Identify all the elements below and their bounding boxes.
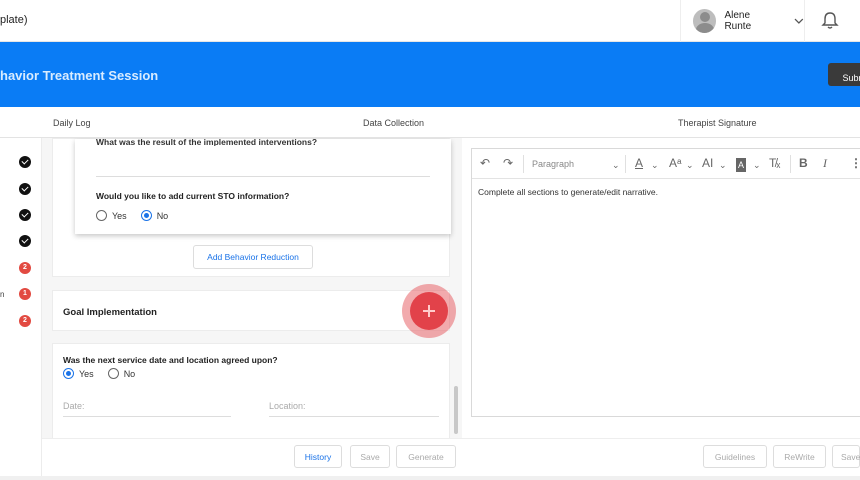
date-field-underline bbox=[63, 416, 231, 417]
font-family-icon[interactable]: AI bbox=[702, 157, 713, 169]
narrative-pane: ↶ ↷ Paragraph ⌄ A ⌄ Aᵃ ⌄ AI ⌄ A ⌄ T̸ₓ B … bbox=[462, 138, 860, 438]
narrative-text: Complete all sections to generate/edit n… bbox=[478, 187, 659, 197]
status-complete-icon[interactable] bbox=[19, 209, 31, 221]
avatar bbox=[693, 9, 717, 33]
generate-button[interactable]: Generate bbox=[396, 445, 456, 468]
sto-question-label: Would you like to add current STO inform… bbox=[96, 191, 290, 201]
save-narrative-button[interactable]: Save bbox=[832, 445, 860, 468]
save-button[interactable]: Save bbox=[350, 445, 390, 468]
add-behavior-reduction-button[interactable]: Add Behavior Reduction bbox=[193, 245, 313, 269]
section-status-sidebar: 2 1 2 bbox=[0, 138, 42, 480]
interventions-result-label: What was the result of the implemented i… bbox=[96, 138, 318, 146]
toolbar-divider bbox=[790, 155, 791, 173]
goal-implementation-title: Goal Implementation bbox=[63, 307, 157, 318]
toolbar-divider bbox=[523, 155, 524, 173]
tab-daily-log[interactable]: Daily Log bbox=[53, 118, 91, 128]
notification-bell-icon[interactable] bbox=[820, 11, 840, 31]
radio-unselected[interactable] bbox=[96, 210, 107, 221]
behavior-reduction-card: What was the result of the implemented i… bbox=[52, 138, 451, 277]
font-color-icon[interactable]: A bbox=[635, 157, 643, 169]
next-service-question-label: Was the next service date and location a… bbox=[63, 355, 278, 365]
font-size-icon[interactable]: Aᵃ bbox=[669, 157, 681, 169]
form-column: What was the result of the implemented i… bbox=[42, 138, 462, 438]
next-service-no-option[interactable]: No bbox=[107, 368, 136, 379]
radio-selected[interactable] bbox=[63, 368, 74, 379]
block-style-select[interactable]: Paragraph bbox=[532, 159, 574, 169]
sto-yes-option[interactable]: Yes bbox=[96, 210, 127, 221]
bottom-strip bbox=[0, 476, 860, 480]
status-count-badge[interactable]: 2 bbox=[19, 315, 31, 327]
date-field[interactable]: Date: bbox=[63, 401, 85, 411]
highlight-color-icon[interactable]: A bbox=[736, 158, 747, 172]
bold-icon[interactable]: B bbox=[799, 157, 808, 169]
undo-icon[interactable]: ↶ bbox=[480, 157, 490, 169]
rewrite-button[interactable]: ReWrite bbox=[773, 445, 826, 468]
radio-label: No bbox=[156, 210, 169, 221]
session-header: havior Treatment Session bbox=[0, 42, 860, 107]
history-button[interactable]: History bbox=[294, 445, 342, 468]
more-options-icon[interactable]: ⋮ bbox=[850, 157, 860, 169]
editor-toolbar: ↶ ↷ Paragraph ⌄ A ⌄ Aᵃ ⌄ AI ⌄ A ⌄ T̸ₓ B … bbox=[472, 149, 860, 179]
status-count-badge[interactable]: 1 bbox=[19, 288, 31, 300]
redo-icon[interactable]: ↷ bbox=[503, 157, 513, 169]
radio-selected[interactable] bbox=[140, 210, 152, 221]
sto-radio-group: Yes No bbox=[96, 210, 182, 221]
session-title: havior Treatment Session bbox=[0, 68, 159, 83]
sidebar-label-fragment: n bbox=[0, 290, 5, 299]
location-field-underline bbox=[269, 416, 439, 417]
location-field[interactable]: Location: bbox=[269, 401, 306, 411]
action-bar: History Save Generate Guidelines ReWrite… bbox=[42, 438, 860, 480]
section-tabs: Daily Log Data Collection Therapist Sign… bbox=[0, 107, 860, 138]
form-scrollbar[interactable] bbox=[454, 386, 458, 434]
radio-label: No bbox=[123, 368, 136, 379]
tab-therapist-signature[interactable]: Therapist Signature bbox=[678, 118, 757, 128]
radio-label: Yes bbox=[79, 368, 94, 379]
user-name: Alene Runte bbox=[724, 10, 752, 32]
status-complete-icon[interactable] bbox=[19, 235, 31, 247]
next-service-radio-group: Yes No bbox=[63, 368, 149, 379]
toolbar-divider bbox=[625, 155, 626, 173]
add-goal-button[interactable] bbox=[410, 292, 448, 330]
status-count-badge[interactable]: 2 bbox=[19, 262, 31, 274]
status-complete-icon[interactable] bbox=[19, 183, 31, 195]
chevron-down-icon[interactable]: ⌄ bbox=[686, 159, 694, 171]
page-title: plate) bbox=[0, 14, 28, 26]
tab-data-collection[interactable]: Data Collection bbox=[363, 118, 424, 128]
radio-label: Yes bbox=[112, 210, 127, 221]
next-service-card: Was the next service date and location a… bbox=[52, 343, 450, 438]
top-bar: plate) Alene Runte bbox=[0, 0, 860, 42]
sto-no-option[interactable]: No bbox=[140, 210, 169, 221]
user-menu[interactable]: Alene Runte bbox=[680, 0, 805, 42]
narrative-editor[interactable]: ↶ ↷ Paragraph ⌄ A ⌄ Aᵃ ⌄ AI ⌄ A ⌄ T̸ₓ B … bbox=[471, 148, 860, 417]
next-service-yes-option[interactable]: Yes bbox=[63, 368, 94, 379]
submit-button[interactable]: Subn bbox=[828, 63, 860, 86]
behavior-entry-card: What was the result of the implemented i… bbox=[75, 138, 451, 234]
clear-format-icon[interactable]: T̸ₓ bbox=[769, 157, 780, 169]
status-complete-icon[interactable] bbox=[19, 156, 31, 168]
chevron-down-icon[interactable]: ⌄ bbox=[719, 159, 727, 171]
guidelines-button[interactable]: Guidelines bbox=[703, 445, 767, 468]
chevron-down-icon bbox=[794, 18, 804, 24]
chevron-down-icon[interactable]: ⌄ bbox=[612, 159, 620, 171]
italic-icon[interactable]: I bbox=[823, 157, 827, 169]
chevron-down-icon[interactable]: ⌄ bbox=[651, 159, 659, 171]
divider bbox=[96, 176, 430, 177]
chevron-down-icon[interactable]: ⌄ bbox=[753, 159, 761, 171]
goal-implementation-card[interactable]: Goal Implementation bbox=[52, 290, 450, 331]
radio-unselected[interactable] bbox=[107, 368, 119, 379]
